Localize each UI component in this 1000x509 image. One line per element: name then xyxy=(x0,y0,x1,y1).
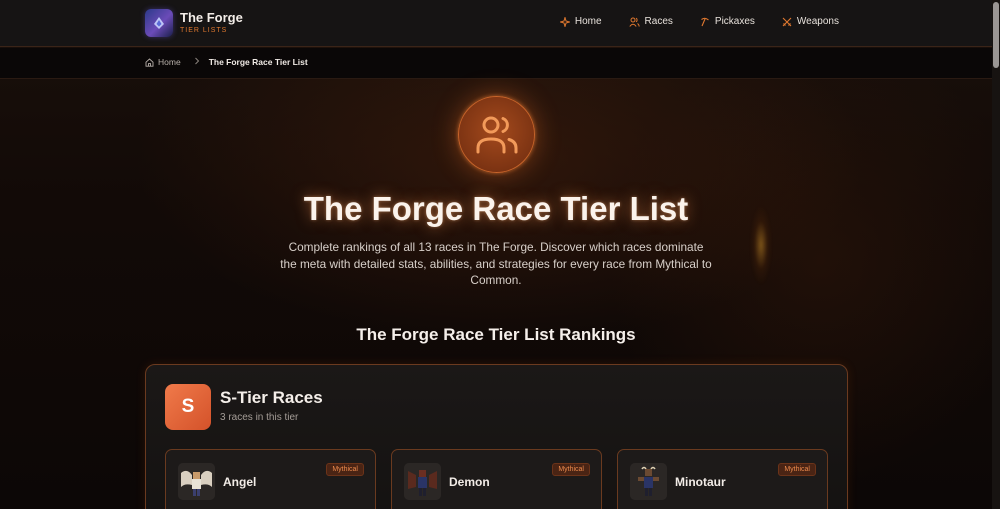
rarity-badge: Mythical xyxy=(326,463,364,476)
tier-s-section: S S-Tier Races 3 races in this tier Ange… xyxy=(145,364,848,509)
nav-races[interactable]: Races xyxy=(628,16,673,27)
top-navbar: The Forge TIER LISTS Home Races Pickaxes xyxy=(0,0,992,47)
nav-pickaxes-label: Pickaxes xyxy=(714,16,755,27)
tier-count: 3 races in this tier xyxy=(220,412,299,423)
brand-title: The Forge xyxy=(180,10,243,25)
breadcrumb-home[interactable]: Home xyxy=(145,57,181,67)
tier-badge: S xyxy=(165,384,211,430)
breadcrumb: Home The Forge Race Tier List xyxy=(145,57,308,67)
nav-races-label: Races xyxy=(644,16,673,27)
race-avatar xyxy=(178,463,215,500)
rarity-badge: Mythical xyxy=(552,463,590,476)
race-card-demon[interactable]: Demon Mythical xyxy=(391,449,602,509)
nav-weapons-label: Weapons xyxy=(796,16,839,27)
nav-home[interactable]: Home xyxy=(559,16,602,27)
page-scrollbar[interactable] xyxy=(992,0,1000,509)
breadcrumb-bar: Home The Forge Race Tier List xyxy=(0,48,992,79)
breadcrumb-current: The Forge Race Tier List xyxy=(208,57,308,67)
race-avatar xyxy=(630,463,667,500)
pickaxe-icon xyxy=(701,17,709,26)
chevron-right-icon xyxy=(194,57,200,67)
brand-subtitle: TIER LISTS xyxy=(180,27,228,34)
tier-name: S-Tier Races xyxy=(220,388,323,407)
nav-weapons[interactable]: Weapons xyxy=(782,16,839,27)
brand[interactable]: The Forge TIER LISTS xyxy=(145,9,243,37)
main-nav: Home Races Pickaxes Weapons xyxy=(533,16,839,27)
race-name: Angel xyxy=(223,475,257,489)
swords-icon xyxy=(782,17,792,26)
race-name: Demon xyxy=(449,475,490,489)
page-description: Complete rankings of all 13 races in The… xyxy=(280,240,712,287)
rarity-badge: Mythical xyxy=(778,463,816,476)
page-title: The Forge Race Tier List xyxy=(303,190,689,227)
nav-home-label: Home xyxy=(574,16,602,27)
breadcrumb-home-label: Home xyxy=(158,57,181,67)
forge-logo-icon xyxy=(145,9,173,37)
scrollbar-thumb[interactable] xyxy=(993,2,999,68)
users-icon xyxy=(458,96,535,173)
nav-pickaxes[interactable]: Pickaxes xyxy=(700,16,755,27)
race-card-angel[interactable]: Angel Mythical xyxy=(165,449,376,509)
race-card-minotaur[interactable]: Minotaur Mythical xyxy=(617,449,828,509)
sparkles-icon xyxy=(559,16,570,27)
home-icon xyxy=(145,57,154,67)
race-name: Minotaur xyxy=(675,475,726,489)
users-icon xyxy=(628,17,640,27)
section-title: The Forge Race Tier List Rankings xyxy=(356,325,636,344)
race-avatar xyxy=(404,463,441,500)
